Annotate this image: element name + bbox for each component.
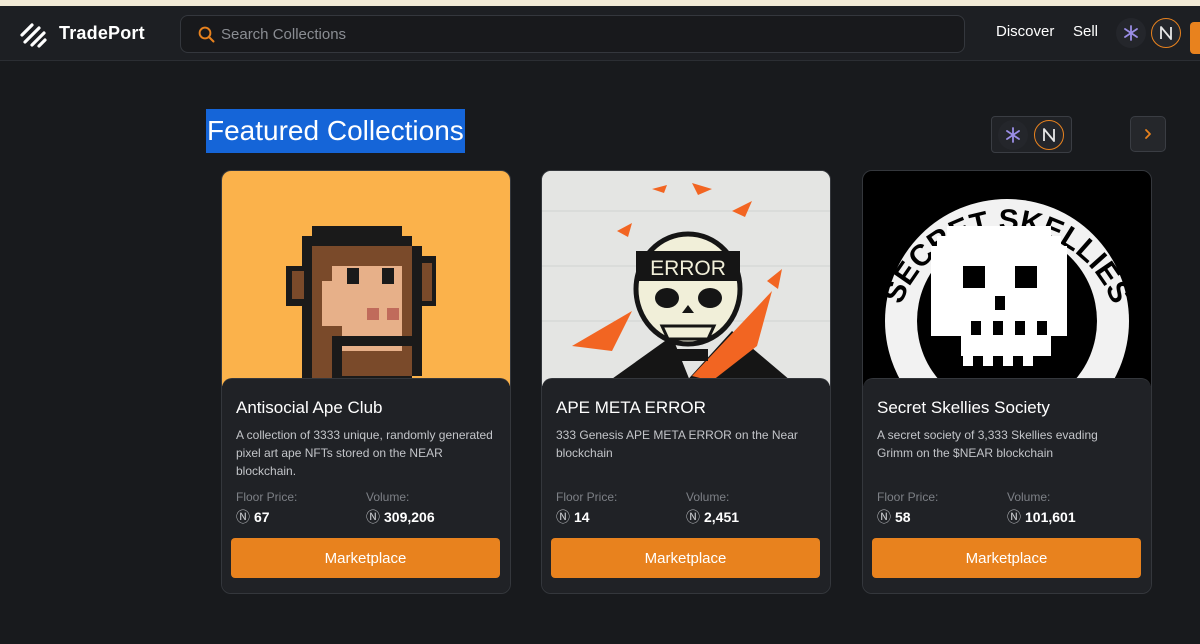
chain-switcher (991, 116, 1072, 153)
secret-skellies-image: SECRET SKELLIES (877, 199, 1137, 386)
volume-value: Ⓝ 2,451 (686, 507, 739, 527)
near-currency-icon: Ⓝ (877, 509, 891, 525)
featured-collections-title: Featured Collections (206, 109, 465, 153)
floor-price-value: Ⓝ 67 (236, 507, 270, 527)
marketplace-button[interactable]: Marketplace (872, 538, 1141, 578)
collection-name[interactable]: APE META ERROR (556, 398, 706, 418)
floor-price-amount: 67 (254, 509, 270, 525)
error-skull-image: ERROR (542, 171, 830, 386)
collection-name[interactable]: Secret Skellies Society (877, 398, 1050, 418)
floor-price-value: Ⓝ 58 (877, 507, 911, 527)
marketplace-button[interactable]: Marketplace (231, 538, 500, 578)
volume-amount: 309,206 (384, 509, 435, 525)
collection-info: Secret Skellies Society A secret society… (863, 378, 1151, 593)
brand-name[interactable]: TradePort (59, 23, 145, 44)
floor-price-label: Floor Price: (236, 490, 298, 504)
near-filter-button[interactable] (1034, 120, 1064, 150)
collection-description: A secret society of 3,333 Skellies evadi… (877, 428, 1098, 460)
volume-amount: 101,601 (1025, 509, 1076, 525)
search-input[interactable] (221, 16, 921, 52)
near-currency-icon: Ⓝ (556, 509, 570, 525)
marketplace-button[interactable]: Marketplace (551, 538, 820, 578)
collection-info: Antisocial Ape Club A collection of 3333… (222, 378, 510, 593)
collection-info: APE META ERROR 333 Genesis APE META ERRO… (542, 378, 830, 593)
floor-price-label: Floor Price: (556, 490, 618, 504)
tradeport-logo-icon[interactable] (19, 21, 47, 49)
near-currency-icon: Ⓝ (686, 509, 700, 525)
chevron-right-icon (1145, 129, 1151, 139)
collection-card[interactable]: SECRET SKELLIES Secret Skellies Society … (862, 170, 1152, 594)
near-icon (1160, 26, 1172, 40)
near-currency-icon: Ⓝ (1007, 509, 1021, 525)
nav-link-sell[interactable]: Sell (1073, 23, 1098, 40)
next-collections-button[interactable] (1130, 116, 1166, 152)
near-currency-icon: Ⓝ (236, 509, 250, 525)
collection-card[interactable]: ERROR APE META ERROR 333 Genesis APE MET… (541, 170, 831, 594)
image-error-text: ERROR (650, 257, 726, 280)
top-navbar: TradePort Discover Sell (0, 6, 1200, 61)
starknet-icon (1006, 127, 1020, 143)
collection-image[interactable]: ERROR (542, 171, 830, 386)
near-icon (1043, 128, 1055, 142)
starknet-filter-button[interactable] (998, 120, 1028, 150)
volume-amount: 2,451 (704, 509, 740, 525)
search-icon (198, 26, 215, 43)
volume-label: Volume: (686, 490, 730, 504)
collection-name[interactable]: Antisocial Ape Club (236, 398, 382, 418)
volume-label: Volume: (1007, 490, 1051, 504)
nav-link-discover[interactable]: Discover (996, 23, 1054, 40)
search-bar[interactable] (180, 15, 965, 53)
floor-price-amount: 58 (895, 509, 911, 525)
pixel-ape-image (286, 226, 436, 386)
collection-image[interactable]: SECRET SKELLIES (863, 171, 1151, 386)
collection-image[interactable] (222, 171, 510, 386)
volume-value: Ⓝ 309,206 (366, 507, 435, 527)
near-chain-button[interactable] (1151, 18, 1181, 48)
volume-label: Volume: (366, 490, 410, 504)
starknet-chain-button[interactable] (1116, 18, 1146, 48)
collection-description: 333 Genesis APE META ERROR on the Near b… (556, 428, 798, 460)
starknet-icon (1124, 25, 1138, 41)
near-currency-icon: Ⓝ (366, 509, 380, 525)
collection-description: A collection of 3333 unique, randomly ge… (236, 428, 493, 478)
floor-price-label: Floor Price: (877, 490, 939, 504)
volume-value: Ⓝ 101,601 (1007, 507, 1076, 527)
collection-card[interactable]: Antisocial Ape Club A collection of 3333… (221, 170, 511, 594)
floor-price-amount: 14 (574, 509, 590, 525)
connect-wallet-button[interactable] (1190, 22, 1200, 54)
floor-price-value: Ⓝ 14 (556, 507, 590, 527)
